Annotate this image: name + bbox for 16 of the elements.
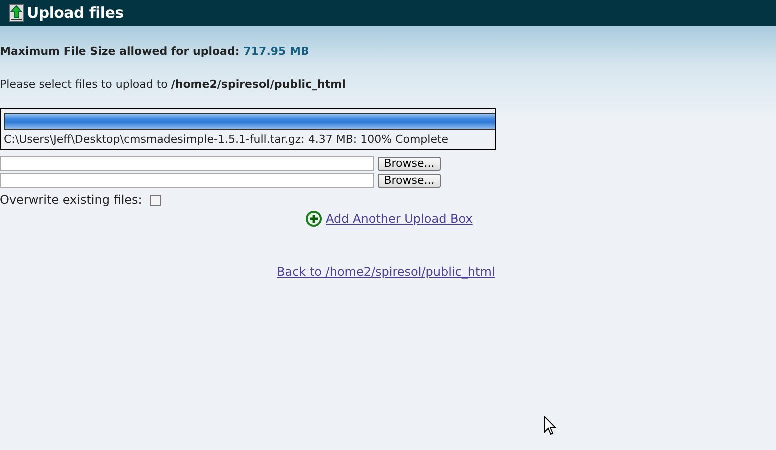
upload-status: C:\Users\Jeff\Desktop\cmsmadesimple-1.5.1-full.tar.gz: 4.37 MB: 100% Complete (4, 133, 450, 146)
page-title: Upload files (27, 4, 124, 22)
upload-icon (9, 4, 24, 22)
overwrite-label: Overwrite existing files: (0, 193, 142, 207)
file-path-field[interactable] (0, 173, 374, 188)
max-size-value: 717.95 MB (244, 45, 310, 58)
max-size-label: Maximum File Size allowed for upload: (0, 45, 240, 58)
add-icon (306, 211, 322, 227)
add-upload-box-link[interactable]: Add Another Upload Box (326, 212, 473, 226)
cursor-icon (544, 416, 557, 436)
destination-text: Please select files to upload to /home2/spiresol/public_html (0, 78, 347, 91)
browse-button[interactable]: Browse... (378, 156, 441, 170)
file-path-field[interactable] (0, 156, 374, 171)
back-link[interactable]: Back to /home2/spiresol/public_html (277, 265, 496, 279)
browse-button[interactable]: Browse... (378, 174, 441, 188)
overwrite-checkbox[interactable] (150, 194, 162, 206)
